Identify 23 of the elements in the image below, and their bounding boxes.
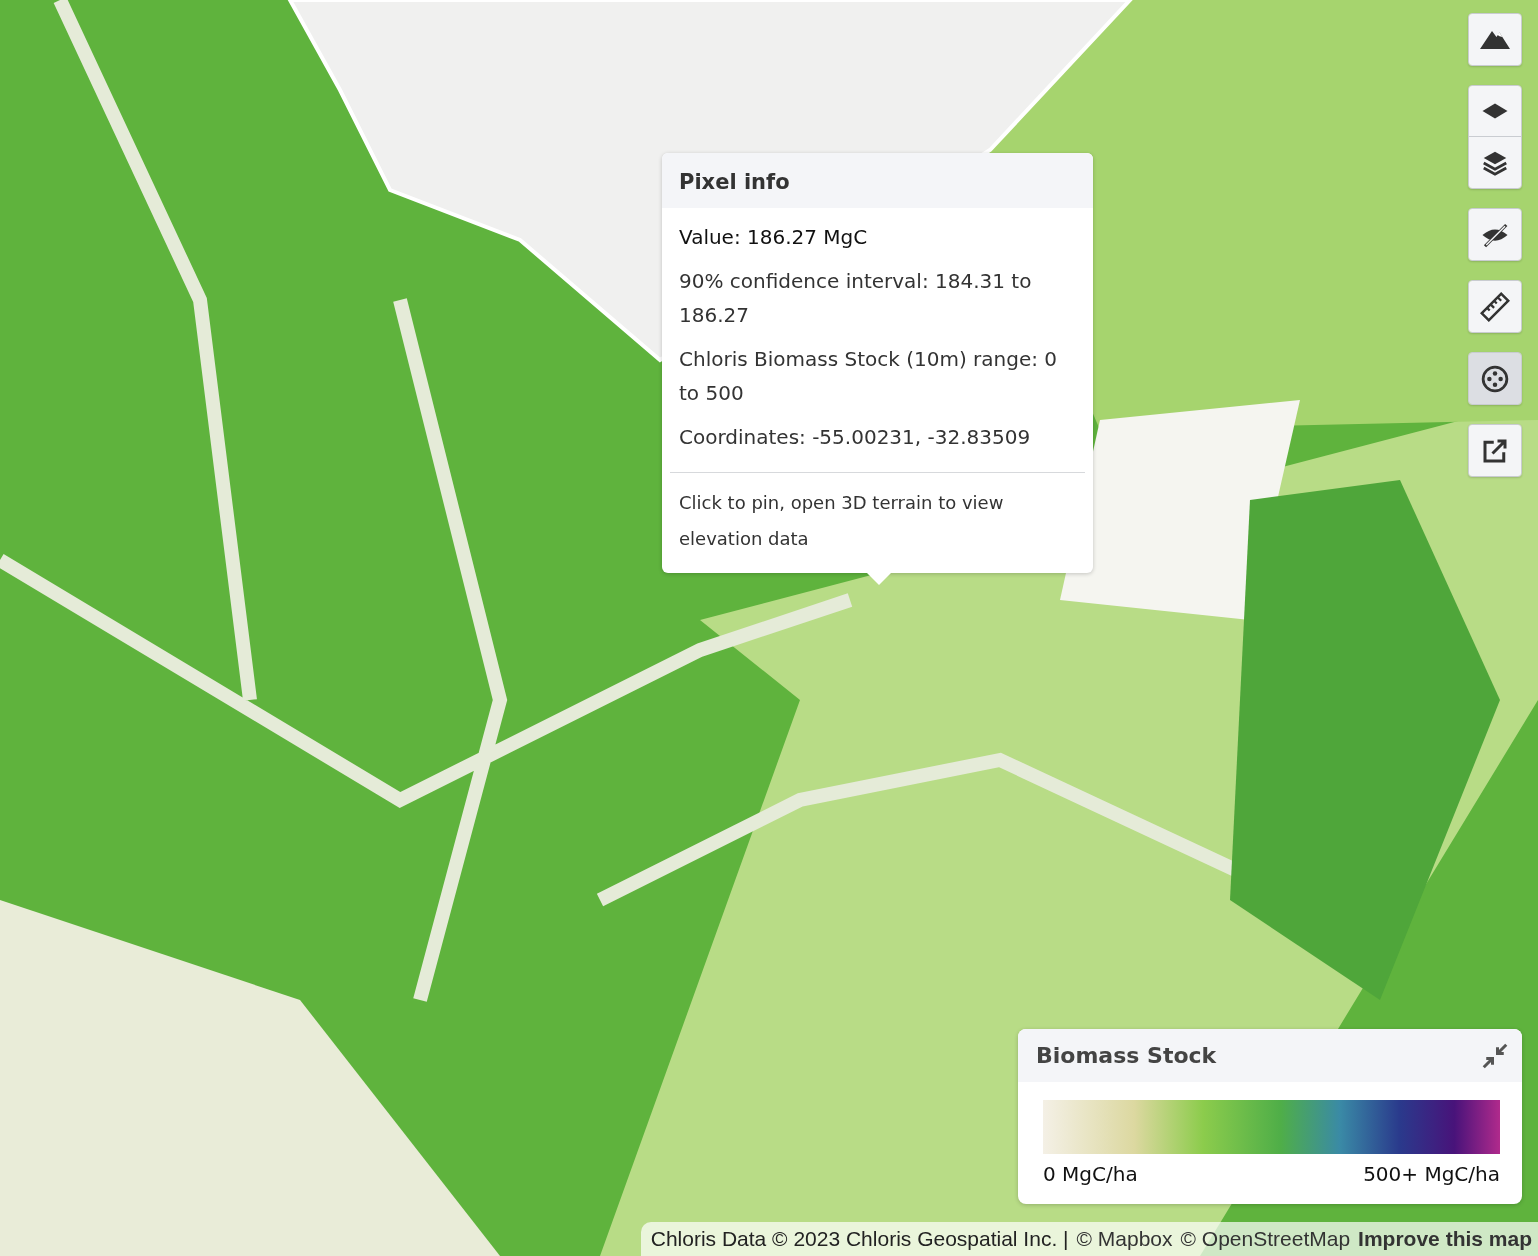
map-tool-button[interactable] (1469, 14, 1521, 65)
popup-hint: Click to pin, open 3D terrain to view elevation data (678, 491, 1005, 551)
popup-title: Pixel info (662, 153, 1093, 208)
info-line: Coordinates: -55.00231, -32.83509 (679, 424, 1032, 451)
map-tool-button[interactable] (1469, 137, 1521, 188)
mountain-icon (1480, 30, 1510, 49)
info-line: Value: 186.27 MgC (679, 224, 869, 251)
info-line: Chloris Biomass Stock (10m) range: 0 to 500 (679, 346, 1059, 407)
info-line: 90% confidence interval: 184.31 to 186.27 (679, 268, 1033, 329)
legend-title: Biomass Stock (1036, 1043, 1217, 1068)
attribution-link[interactable]: © OpenStreetMap (1180, 1227, 1351, 1251)
ruler-icon (1480, 291, 1510, 322)
map-tool-button[interactable] (1469, 86, 1521, 137)
attribution-text: Chloris Data © 2023 Chloris Geospatial Inc. | (650, 1227, 1069, 1251)
map-tool-button[interactable] (1469, 425, 1521, 476)
crosshair-icon (1480, 363, 1510, 394)
max-label: 500+ MgC/ha (1363, 1162, 1500, 1186)
attribution-link[interactable]: Improve this map (1358, 1227, 1532, 1251)
attribution-link[interactable]: © Mapbox (1076, 1227, 1173, 1251)
map-tool-button[interactable] (1469, 353, 1521, 404)
map-tool-button[interactable] (1469, 209, 1521, 260)
map-tool-button[interactable] (1469, 281, 1521, 332)
min-label: 0 MgC/ha (1043, 1162, 1138, 1186)
